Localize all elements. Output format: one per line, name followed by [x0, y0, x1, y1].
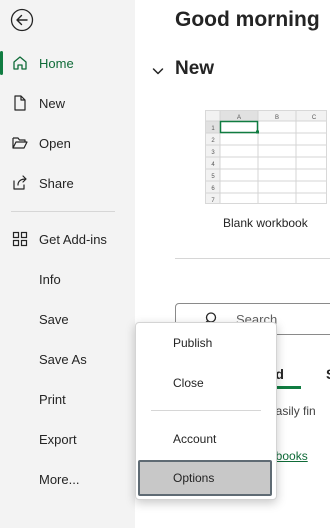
menu-item-close[interactable]: Close [136, 364, 276, 402]
menu-item-account[interactable]: Account [136, 420, 276, 458]
chevron-down-icon [152, 68, 164, 75]
sidebar-item-label: Share [39, 175, 74, 191]
sidebar-item-get-add-ins[interactable]: Get Add-ins [0, 222, 135, 256]
sidebar-item-label: Save As [39, 351, 87, 367]
sidebar-item-label: Print [39, 391, 66, 407]
sidebar-divider [11, 211, 115, 212]
share-icon [13, 175, 27, 190]
sidebar-item-label: More... [39, 471, 80, 487]
backstage-sidebar: Home New Open Share Get Add-ins Info Sav… [0, 0, 135, 528]
new-section-title: New [175, 58, 215, 79]
new-section-toggle[interactable] [151, 58, 165, 84]
menu-item-options[interactable]: Options [138, 460, 272, 496]
active-indicator [0, 51, 3, 75]
sidebar-item-label: Save [39, 311, 69, 327]
sidebar-item-new[interactable]: New [0, 86, 135, 120]
sidebar-item-share[interactable]: Share [0, 166, 135, 200]
sidebar-item-label: New [39, 95, 66, 111]
open-folder-icon [12, 137, 28, 149]
column-header: A [237, 115, 241, 121]
back-button[interactable] [9, 7, 35, 33]
sidebar-item-more[interactable]: More... [0, 462, 135, 496]
menu-item-publish[interactable]: Publish [136, 324, 276, 362]
greeting-heading: Good morning [175, 8, 320, 31]
sidebar-item-export[interactable]: Export [0, 422, 135, 456]
menu-divider [151, 410, 261, 411]
tab-next[interactable]: S [326, 366, 330, 382]
add-ins-grid-icon [12, 231, 28, 247]
sidebar-item-open[interactable]: Open [0, 126, 135, 160]
back-arrow-circle-icon [10, 8, 34, 32]
spreadsheet-grid-preview: A B C 1 2 3 4 5 6 7 [206, 111, 326, 203]
column-header: B [275, 115, 279, 121]
sidebar-item-label: Open [39, 135, 71, 151]
sidebar-item-home[interactable]: Home [0, 46, 135, 80]
sidebar-item-label: Home [39, 55, 74, 71]
sidebar-item-label: Get Add-ins [39, 231, 107, 247]
menu-item-label: Close [173, 376, 204, 390]
blank-workbook-thumbnail[interactable]: A B C 1 2 3 4 5 6 7 [205, 110, 327, 204]
sidebar-item-save-as[interactable]: Save As [0, 342, 135, 376]
new-document-icon [14, 95, 26, 111]
more-popup-menu: Publish Close Account Options [135, 322, 277, 500]
home-icon [13, 56, 27, 70]
sidebar-item-label: Info [39, 271, 61, 287]
column-header: C [312, 115, 317, 121]
sidebar-item-print[interactable]: Print [0, 382, 135, 416]
menu-item-label: Account [173, 432, 217, 446]
sidebar-item-save[interactable]: Save [0, 302, 135, 336]
sidebar-item-label: Export [39, 431, 77, 447]
sidebar-item-info[interactable]: Info [0, 262, 135, 296]
section-divider [175, 258, 330, 259]
menu-item-label: Options [173, 471, 215, 485]
menu-item-label: Publish [173, 336, 213, 350]
blank-workbook-label: Blank workbook [223, 216, 308, 230]
